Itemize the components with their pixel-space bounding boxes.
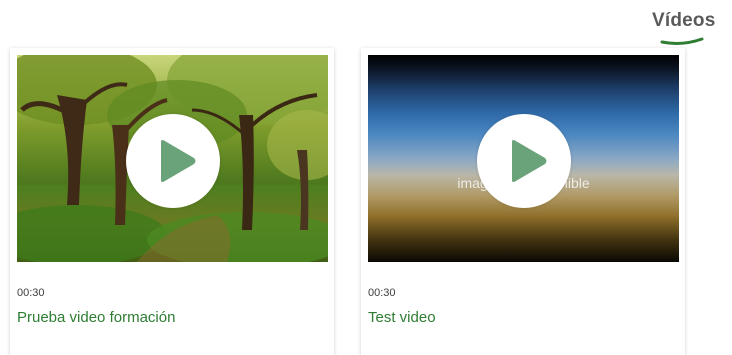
video-title-link[interactable]: Prueba video formación	[17, 309, 175, 326]
section-title: Vídeos	[652, 10, 716, 31]
video-thumbnail[interactable]	[17, 55, 328, 262]
video-duration: 00:30	[17, 287, 45, 299]
play-icon	[512, 140, 547, 182]
section-header: Vídeos	[652, 10, 732, 50]
title-underline-swoosh	[660, 37, 704, 45]
video-card[interactable]: 00:30 Prueba video formación	[10, 48, 334, 355]
video-card[interactable]: imagen no disponible 00:30 Test video	[361, 48, 685, 355]
play-button[interactable]	[477, 114, 571, 208]
video-duration: 00:30	[368, 287, 396, 299]
video-title-link[interactable]: Test video	[368, 309, 436, 326]
play-button[interactable]	[126, 114, 220, 208]
video-thumbnail[interactable]: imagen no disponible	[368, 55, 679, 262]
play-icon	[161, 140, 196, 182]
